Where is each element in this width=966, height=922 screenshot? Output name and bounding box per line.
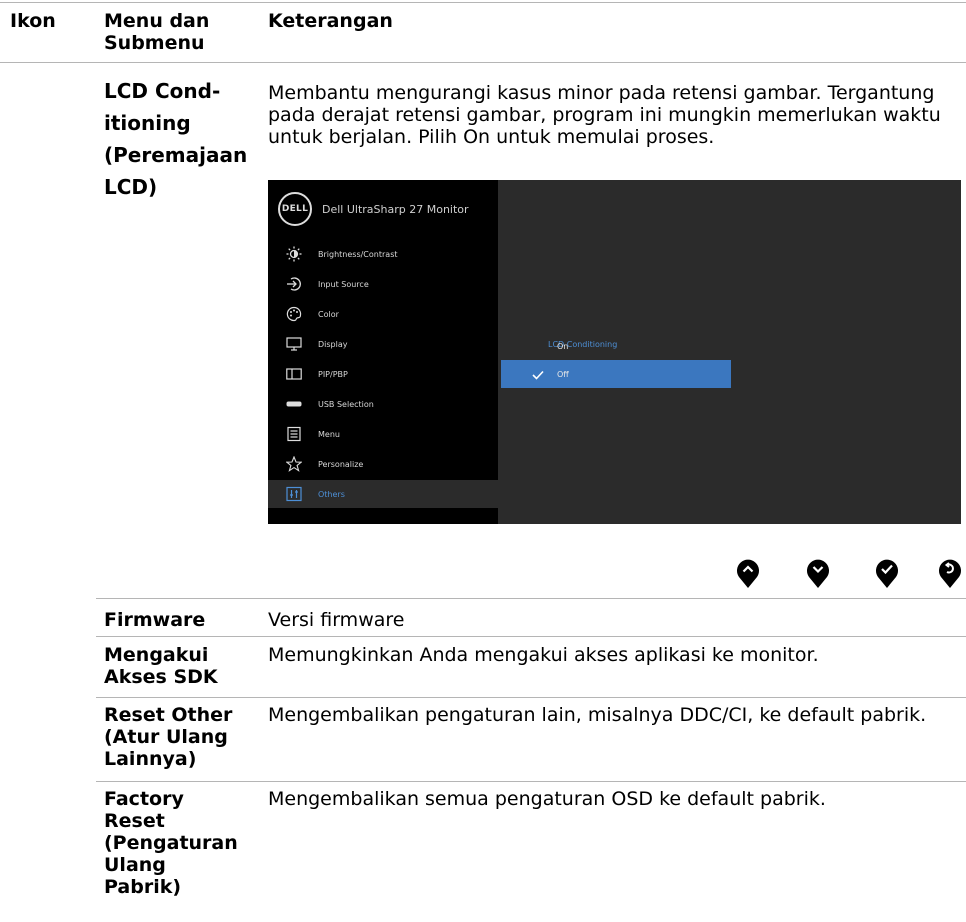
check-button-icon[interactable] [875, 557, 899, 589]
osd-option-on[interactable]: On [501, 332, 731, 360]
osd-menu-label: Menu [318, 429, 340, 439]
factory-reset-term: Factory Reset (Pengaturan Ulang Pabrik) [104, 788, 238, 898]
header-menu-submenu: Menu dan Submenu [104, 10, 210, 54]
osd-menu-label: Input Source [318, 279, 369, 289]
row-rule-firmware-top [96, 598, 966, 599]
others-icon [284, 486, 304, 502]
checkmark-icon [531, 367, 545, 386]
osd-menu-label: PIP/PBP [318, 369, 348, 379]
firmware-description: Versi firmware [268, 609, 405, 631]
sdk-access-description: Memungkinkan Anda mengakui akses aplikas… [268, 644, 819, 666]
menu-list-icon [284, 426, 304, 442]
sdk-access-term: Mengakui Akses SDK [104, 644, 218, 688]
reset-other-term: Reset Other (Atur Ulang Lainnya) [104, 704, 233, 770]
osd-menu-color[interactable]: Color [268, 300, 498, 328]
reset-other-description: Mengembalikan pengaturan lain, misalnya … [268, 704, 927, 726]
down-button-icon[interactable] [806, 557, 830, 589]
lcd-conditioning-description: Membantu mengurangi kasus minor pada ret… [268, 82, 941, 148]
brightness-icon [284, 246, 304, 262]
osd-menu-usb-selection[interactable]: USB Selection [268, 390, 498, 418]
header-ikon: Ikon [10, 10, 56, 32]
osd-menu-label: Brightness/Contrast [318, 249, 398, 259]
osd-option-label: On [557, 341, 569, 351]
row-rule-factory-reset-top [96, 781, 966, 782]
osd-bottom-bar [268, 510, 498, 524]
osd-menu-pip-pbp[interactable]: PIP/PBP [268, 360, 498, 388]
osd-option-label: Off [557, 369, 569, 379]
back-button-icon[interactable] [938, 557, 962, 589]
firmware-term: Firmware [104, 609, 206, 631]
star-icon [284, 456, 304, 472]
display-monitor-icon [284, 336, 304, 352]
osd-menu-brightness-contrast[interactable]: Brightness/Contrast [268, 240, 498, 268]
osd-menu-label: Others [318, 489, 345, 499]
input-source-icon [284, 276, 304, 292]
row-rule-reset-other-top [96, 697, 966, 698]
color-palette-icon [284, 306, 304, 322]
osd-menu-display[interactable]: Display [268, 330, 498, 358]
row-rule-sdk-top [96, 636, 966, 637]
osd-menu-label: Display [318, 339, 348, 349]
osd-menu-personalize[interactable]: Personalize [268, 450, 498, 478]
lcd-conditioning-term: LCD Cond-itioning (Peremajaan LCD) [104, 79, 248, 199]
table-top-rule [0, 2, 966, 3]
osd-menu-menu[interactable]: Menu [268, 420, 498, 448]
osd-option-off[interactable]: Off [501, 360, 731, 388]
osd-title: Dell UltraSharp 27 Monitor [322, 202, 469, 216]
up-button-icon[interactable] [736, 557, 760, 589]
factory-reset-description: Mengembalikan semua pengaturan OSD ke de… [268, 788, 826, 810]
osd-menu-others[interactable]: Others [268, 480, 498, 508]
header-keterangan: Keterangan [268, 10, 393, 32]
osd-menu-label: Color [318, 309, 339, 319]
header-bottom-rule [0, 62, 966, 63]
usb-icon [284, 396, 304, 412]
osd-menu-label: Personalize [318, 459, 364, 469]
osd-main-menu-panel: DELL Dell UltraSharp 27 Monitor Brightne… [268, 180, 498, 524]
osd-screenshot: DELL Dell UltraSharp 27 Monitor Brightne… [268, 180, 961, 524]
osd-menu-input-source[interactable]: Input Source [268, 270, 498, 298]
dell-logo: DELL [278, 192, 312, 226]
pip-pbp-icon [284, 366, 304, 382]
osd-menu-label: USB Selection [318, 399, 374, 409]
osd-header: DELL Dell UltraSharp 27 Monitor [278, 191, 469, 227]
